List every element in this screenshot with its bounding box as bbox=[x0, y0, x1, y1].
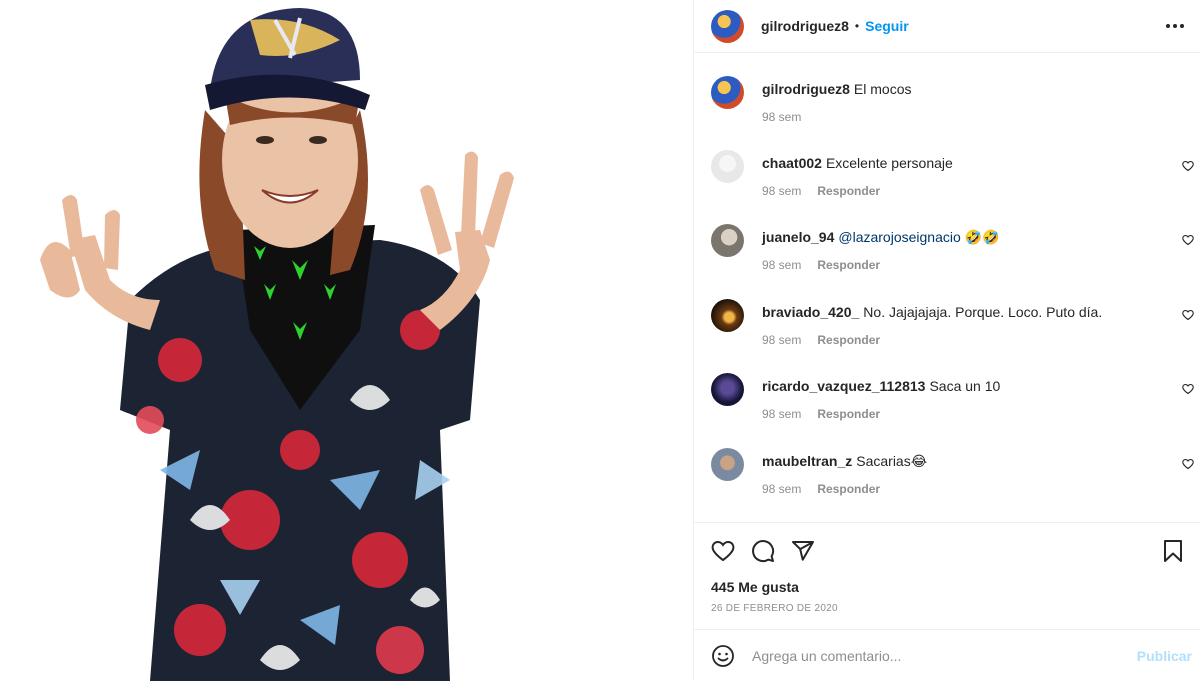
reply-button[interactable]: Responder bbox=[817, 407, 880, 421]
comment-time[interactable]: 98 sem bbox=[762, 184, 801, 198]
comment-time[interactable]: 98 sem bbox=[762, 407, 801, 421]
reply-button[interactable]: Responder bbox=[817, 482, 880, 496]
commenter-avatar[interactable] bbox=[711, 224, 744, 258]
comment-heart-icon[interactable] bbox=[1182, 234, 1194, 246]
comment-username[interactable]: ricardo_vazquez_112813 bbox=[762, 378, 925, 394]
comment-username[interactable]: braviado_420_ bbox=[762, 304, 859, 320]
comment-item: braviado_420_ No. Jajajajaja. Porque. Loc… bbox=[711, 298, 1194, 373]
add-comment-bar: Publicar bbox=[694, 629, 1200, 681]
comment-heart-icon[interactable] bbox=[1182, 160, 1194, 172]
comment-item: maubeltran_z Sacarias😂 98 sem Responder bbox=[711, 447, 1194, 522]
comment-emoji: 🤣🤣 bbox=[964, 229, 1000, 246]
comment-heart-icon[interactable] bbox=[1182, 383, 1194, 395]
commenter-avatar[interactable] bbox=[711, 150, 744, 183]
comment-item: ricardo_vazquez_112813 Saca un 10 98 sem … bbox=[711, 373, 1194, 447]
follow-button[interactable]: Seguir bbox=[865, 18, 909, 34]
instagram-post-view: gilrodriguez8 • Seguir gilrodriguez8 El m… bbox=[0, 0, 1200, 681]
comment-time[interactable]: 98 sem bbox=[762, 258, 801, 272]
caption-time[interactable]: 98 sem bbox=[762, 110, 801, 124]
comment-item: chaat002 Excelente personaje 98 sem Respo… bbox=[711, 150, 1194, 224]
reply-button[interactable]: Responder bbox=[817, 258, 880, 272]
publish-button[interactable]: Publicar bbox=[1137, 648, 1192, 664]
caption-text: El mocos bbox=[853, 81, 912, 97]
post-actions: 445 Me gusta 26 de febrero de 2020 bbox=[694, 522, 1200, 614]
separator-dot: • bbox=[854, 19, 860, 33]
likes-count[interactable]: 445 Me gusta bbox=[711, 579, 1184, 595]
comments-list: gilrodriguez8 El mocos 98 sem chaat002 Exc… bbox=[694, 53, 1200, 522]
action-icons-row bbox=[711, 537, 1184, 565]
comment-time[interactable]: 98 sem bbox=[762, 482, 801, 496]
commenter-avatar[interactable] bbox=[711, 447, 744, 481]
reply-button[interactable]: Responder bbox=[817, 333, 880, 347]
comment-username[interactable]: maubeltran_z bbox=[762, 453, 852, 469]
more-horizontal-icon[interactable] bbox=[1166, 18, 1184, 34]
comment-heart-icon[interactable] bbox=[1182, 309, 1194, 321]
comment-icon[interactable] bbox=[751, 539, 775, 563]
bookmark-icon[interactable] bbox=[1162, 539, 1184, 563]
post-header: gilrodriguez8 • Seguir bbox=[694, 0, 1200, 53]
comment-text: No. Jajajajaja. Porque. Loco. Puto día. bbox=[863, 303, 1103, 320]
comment-mention[interactable]: @lazarojoseignacio bbox=[838, 229, 960, 245]
comment-username[interactable]: juanelo_94 bbox=[762, 229, 834, 245]
comment-time[interactable]: 98 sem bbox=[762, 333, 801, 347]
heart-icon[interactable] bbox=[711, 539, 735, 563]
comment-text: Sacarias bbox=[856, 452, 911, 469]
comment-username[interactable]: chaat002 bbox=[762, 155, 822, 171]
comment-item: juanelo_94 @lazarojoseignacio 🤣🤣 98 sem R… bbox=[711, 224, 1194, 298]
smiley-icon[interactable] bbox=[711, 644, 735, 668]
author-avatar[interactable] bbox=[711, 9, 744, 43]
caption-author-avatar[interactable] bbox=[711, 76, 744, 109]
post-photo-illustration bbox=[40, 8, 514, 681]
author-username[interactable]: gilrodriguez8 bbox=[761, 18, 849, 34]
caption: gilrodriguez8 El mocos 98 sem bbox=[711, 76, 1184, 150]
commenter-avatar[interactable] bbox=[711, 373, 744, 407]
comment-emoji: 😂 bbox=[910, 452, 928, 469]
comment-text: Saca un 10 bbox=[929, 378, 1001, 395]
send-icon[interactable] bbox=[791, 539, 815, 563]
post-details-panel: gilrodriguez8 • Seguir gilrodriguez8 El m… bbox=[693, 0, 1200, 681]
post-date[interactable]: 26 de febrero de 2020 bbox=[711, 603, 1184, 614]
post-image[interactable] bbox=[0, 0, 693, 681]
comment-heart-icon[interactable] bbox=[1182, 458, 1194, 470]
caption-username[interactable]: gilrodriguez8 bbox=[762, 81, 850, 97]
comment-input[interactable] bbox=[752, 647, 1137, 664]
comment-text: Excelente personaje bbox=[825, 155, 953, 171]
reply-button[interactable]: Responder bbox=[817, 184, 880, 198]
commenter-avatar[interactable] bbox=[711, 298, 744, 332]
